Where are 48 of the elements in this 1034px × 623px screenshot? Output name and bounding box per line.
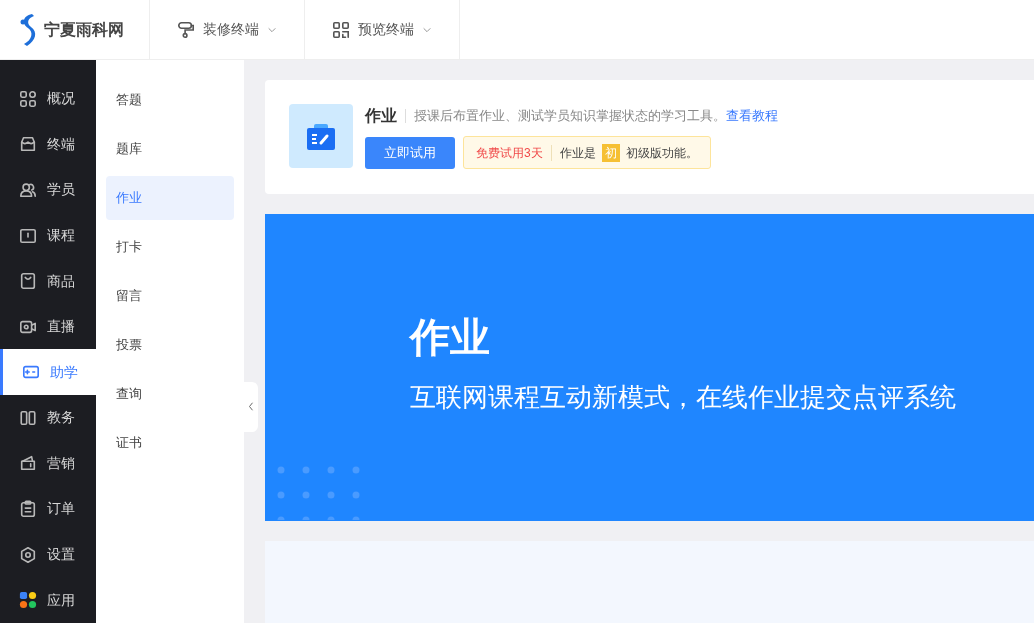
columns-icon: [19, 408, 37, 427]
submenu-item[interactable]: 打卡: [106, 225, 234, 269]
submenu-item[interactable]: 题库: [106, 127, 234, 171]
course-icon: [19, 226, 37, 245]
banner-title: 作业: [410, 314, 491, 361]
grid-icon: [19, 89, 37, 108]
sidebar-item[interactable]: 营销: [0, 440, 96, 487]
bag-icon: [19, 272, 37, 291]
sidebar-item[interactable]: 概况: [0, 76, 96, 122]
intro-description: 授课后布置作业、测试学员知识掌握状态的学习工具。: [414, 107, 726, 126]
trial-text: 免费试用3天: [476, 144, 543, 162]
collapse-handle[interactable]: [244, 381, 258, 432]
sidebar-item[interactable]: 终端: [0, 121, 96, 168]
wallet-icon: [19, 454, 37, 473]
sidebar-item[interactable]: 设置: [0, 531, 96, 578]
sidebar-item[interactable]: 学员: [0, 167, 96, 213]
level-badge: 初: [601, 143, 620, 162]
apps-icon: [19, 591, 37, 610]
sidebar-item[interactable]: 直播: [0, 303, 96, 350]
submenu-item[interactable]: 作业: [106, 176, 234, 220]
chevron-left-icon: [248, 402, 254, 411]
submenu-item[interactable]: 查询: [106, 372, 234, 416]
top-menu-dropdown[interactable]: 预览终端: [305, 0, 460, 59]
submenu-item[interactable]: 证书: [106, 421, 234, 465]
sidebar-item[interactable]: 课程: [0, 212, 96, 259]
submenu-item[interactable]: 答题: [106, 78, 234, 122]
sidebar-item[interactable]: 助学: [0, 349, 96, 396]
tutorial-link[interactable]: 查看教程: [726, 106, 778, 126]
settings-icon: [19, 545, 37, 564]
sidebar-item[interactable]: 应用: [0, 577, 96, 623]
clipboard-icon: [19, 500, 37, 518]
submenu-item[interactable]: 留言: [106, 274, 234, 318]
top-menu-dropdown[interactable]: 装修终端: [150, 0, 305, 59]
try-now-button[interactable]: 立即试用: [365, 136, 455, 169]
banner-subtitle: 互联网课程互动新模式，在线作业提交点评系统: [410, 381, 957, 414]
sidebar-item[interactable]: 订单: [0, 486, 96, 532]
logo-text: 宁夏雨科网: [44, 18, 124, 41]
notice-suffix: 初级版功能。: [625, 144, 698, 162]
intro-title: 作业: [365, 106, 397, 126]
users-icon: [19, 180, 37, 199]
store-icon: [19, 135, 37, 154]
qr-code-icon: [332, 20, 350, 39]
paint-roller-icon: [177, 20, 195, 39]
submenu-item[interactable]: 投票: [106, 323, 234, 367]
sidebar-item[interactable]: 商品: [0, 258, 96, 304]
notice-prefix: 作业是: [559, 144, 596, 162]
sidebar-item[interactable]: 教务: [0, 395, 96, 441]
homework-icon: [289, 104, 353, 168]
